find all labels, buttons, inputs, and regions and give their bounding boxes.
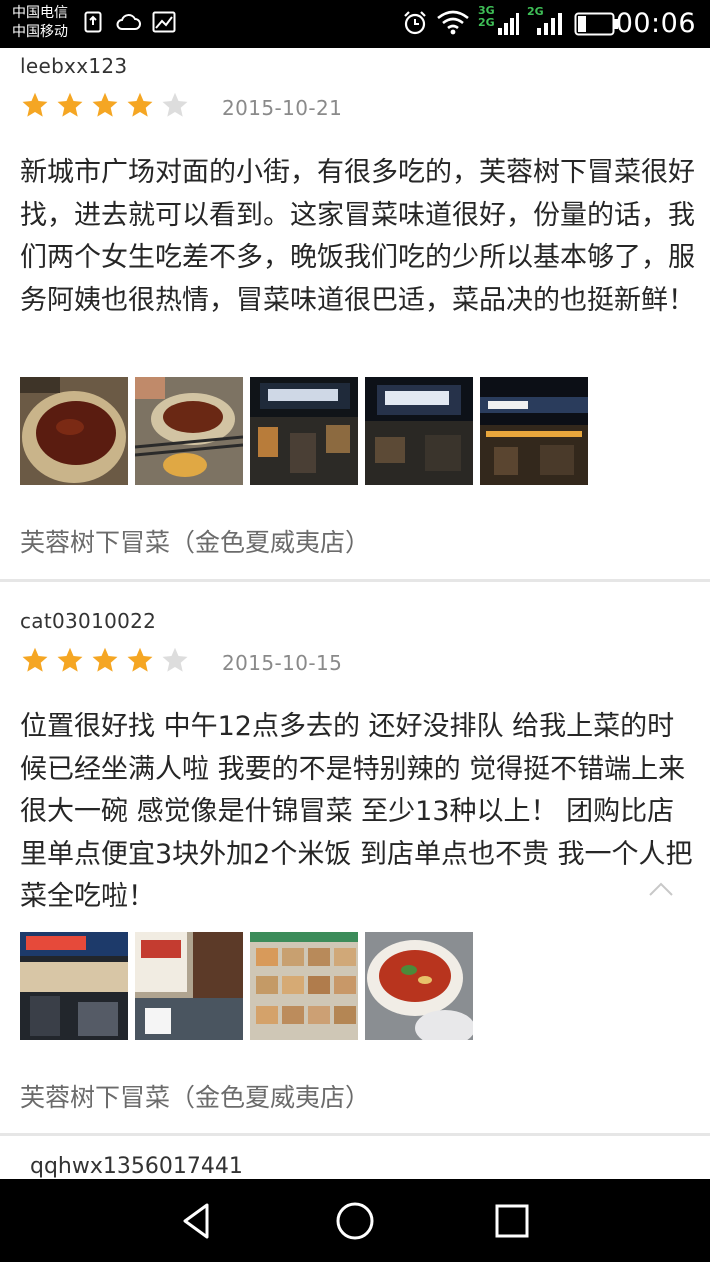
review-divider xyxy=(0,579,710,582)
review-photo[interactable] xyxy=(20,377,128,485)
star-filled-icon xyxy=(57,92,83,117)
review-divider xyxy=(0,1133,710,1136)
review-photo[interactable] xyxy=(20,932,128,1040)
star-rating xyxy=(20,646,195,674)
alarm-icon xyxy=(402,10,428,40)
star-filled-icon xyxy=(22,647,48,672)
review-photo[interactable] xyxy=(135,932,243,1040)
review-photo[interactable] xyxy=(250,377,358,485)
signal-icon xyxy=(497,10,519,40)
star-filled-icon xyxy=(22,92,48,117)
review-photo[interactable] xyxy=(250,932,358,1040)
star-filled-icon xyxy=(92,647,118,672)
review-photo[interactable] xyxy=(365,932,473,1040)
star-filled-icon xyxy=(92,92,118,117)
star-filled-icon xyxy=(127,92,153,117)
back-icon[interactable] xyxy=(173,1197,221,1245)
sim-icon xyxy=(84,11,102,37)
shop-link[interactable]: 芙蓉树下冒菜（金色夏威夷店） xyxy=(20,523,370,559)
review-text: 位置很好找 中午12点多去的 还好没排队 给我上菜的时候已经坐满人啦 我要的不是… xyxy=(20,711,693,912)
star-filled-icon xyxy=(57,647,83,672)
review-photo[interactable] xyxy=(480,377,588,485)
carrier-info: 中国电信 中国移动 xyxy=(12,4,68,42)
review-username[interactable]: leebxx123 xyxy=(20,54,127,78)
cloud-icon xyxy=(115,13,141,35)
battery-icon xyxy=(574,12,620,40)
network-2g-label: 2G xyxy=(478,16,495,29)
review-date: 2015-10-21 xyxy=(222,96,343,120)
shop-link[interactable]: 芙蓉树下冒菜（金色夏威夷店） xyxy=(20,1078,370,1114)
review-photo[interactable] xyxy=(135,377,243,485)
image-icon xyxy=(152,11,176,37)
status-bar: 中国电信 中国移动 3G 2G 2G 00:06 xyxy=(0,0,710,48)
navigation-bar xyxy=(0,1179,710,1262)
star-empty-icon xyxy=(162,647,188,672)
review-username[interactable]: cat03010022 xyxy=(20,609,156,633)
carrier-2: 中国移动 xyxy=(12,24,68,40)
recents-icon[interactable] xyxy=(488,1197,536,1245)
star-rating xyxy=(20,91,195,119)
review-date: 2015-10-15 xyxy=(222,651,343,675)
star-filled-icon xyxy=(127,647,153,672)
chevron-up-icon[interactable] xyxy=(648,881,674,901)
star-empty-icon xyxy=(162,92,188,117)
signal-icon-2 xyxy=(536,10,562,40)
reviews-list[interactable]: leebxx123 2015-10-21 新城市广场对面的小街，有很多吃的，芙蓉… xyxy=(0,48,710,1179)
carrier-1: 中国电信 xyxy=(12,5,68,21)
wifi-icon xyxy=(436,9,470,39)
home-icon[interactable] xyxy=(331,1197,379,1245)
review-text: 新城市广场对面的小街，有很多吃的，芙蓉树下冒菜很好找，进去就可以看到。这家冒菜味… xyxy=(20,157,695,316)
clock-time: 00:06 xyxy=(615,8,696,39)
review-photo[interactable] xyxy=(365,377,473,485)
review-username[interactable]: qqhwx1356017441 xyxy=(30,1154,243,1179)
